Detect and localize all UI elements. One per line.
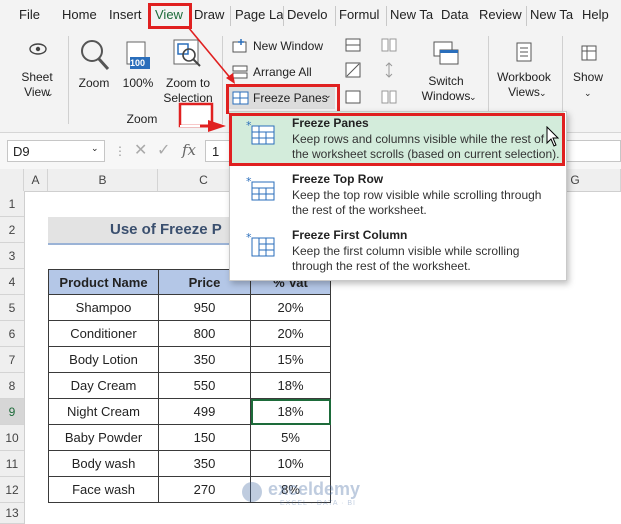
annotation-arrows <box>178 26 235 132</box>
mouse-cursor-icon <box>546 126 560 147</box>
